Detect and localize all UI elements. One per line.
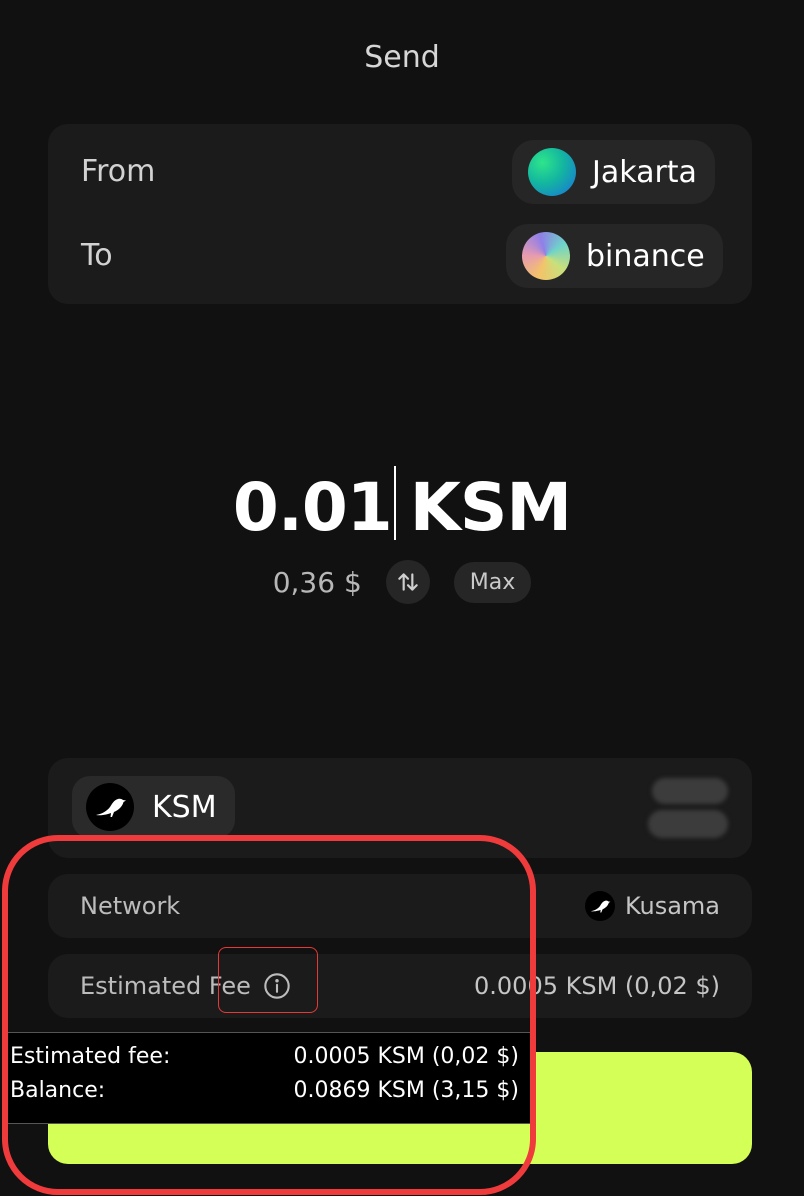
from-account-selector[interactable]: Jakarta — [512, 140, 715, 204]
text-caret — [393, 466, 396, 540]
swap-currency-button[interactable] — [385, 560, 430, 604]
network-value: Kusama — [624, 892, 720, 920]
blurred-balance-top — [652, 778, 728, 804]
amount-value: 0.01 — [232, 469, 393, 546]
green-gradient-avatar-icon — [528, 148, 576, 196]
kusama-bird-icon — [584, 891, 615, 921]
page-title: Send — [364, 40, 440, 75]
max-button[interactable]: Max — [453, 561, 532, 603]
asset-selector[interactable]: KSM — [72, 776, 235, 838]
annotation-highlight-oval — [2, 835, 536, 1195]
fiat-amount: 0,36 $ — [272, 565, 362, 599]
asset-name: KSM — [152, 789, 217, 825]
swap-arrows-icon — [398, 573, 418, 591]
from-to-card: From Jakarta To binance — [48, 124, 752, 304]
network-value-wrap: Kusama — [584, 891, 720, 921]
from-account-name: Jakarta — [592, 154, 697, 190]
to-account-name: binance — [586, 238, 705, 274]
to-label: To — [81, 238, 113, 273]
blurred-balance-bottom — [648, 810, 728, 838]
from-label: From — [81, 154, 156, 189]
to-account-selector[interactable]: binance — [506, 224, 723, 288]
multicolor-gradient-avatar-icon — [522, 232, 570, 280]
amount-input[interactable]: 0.01 KSM — [0, 466, 804, 546]
fiat-row: 0,36 $ Max — [0, 560, 804, 604]
amount-unit: KSM — [409, 469, 572, 546]
kusama-bird-icon — [86, 783, 134, 831]
